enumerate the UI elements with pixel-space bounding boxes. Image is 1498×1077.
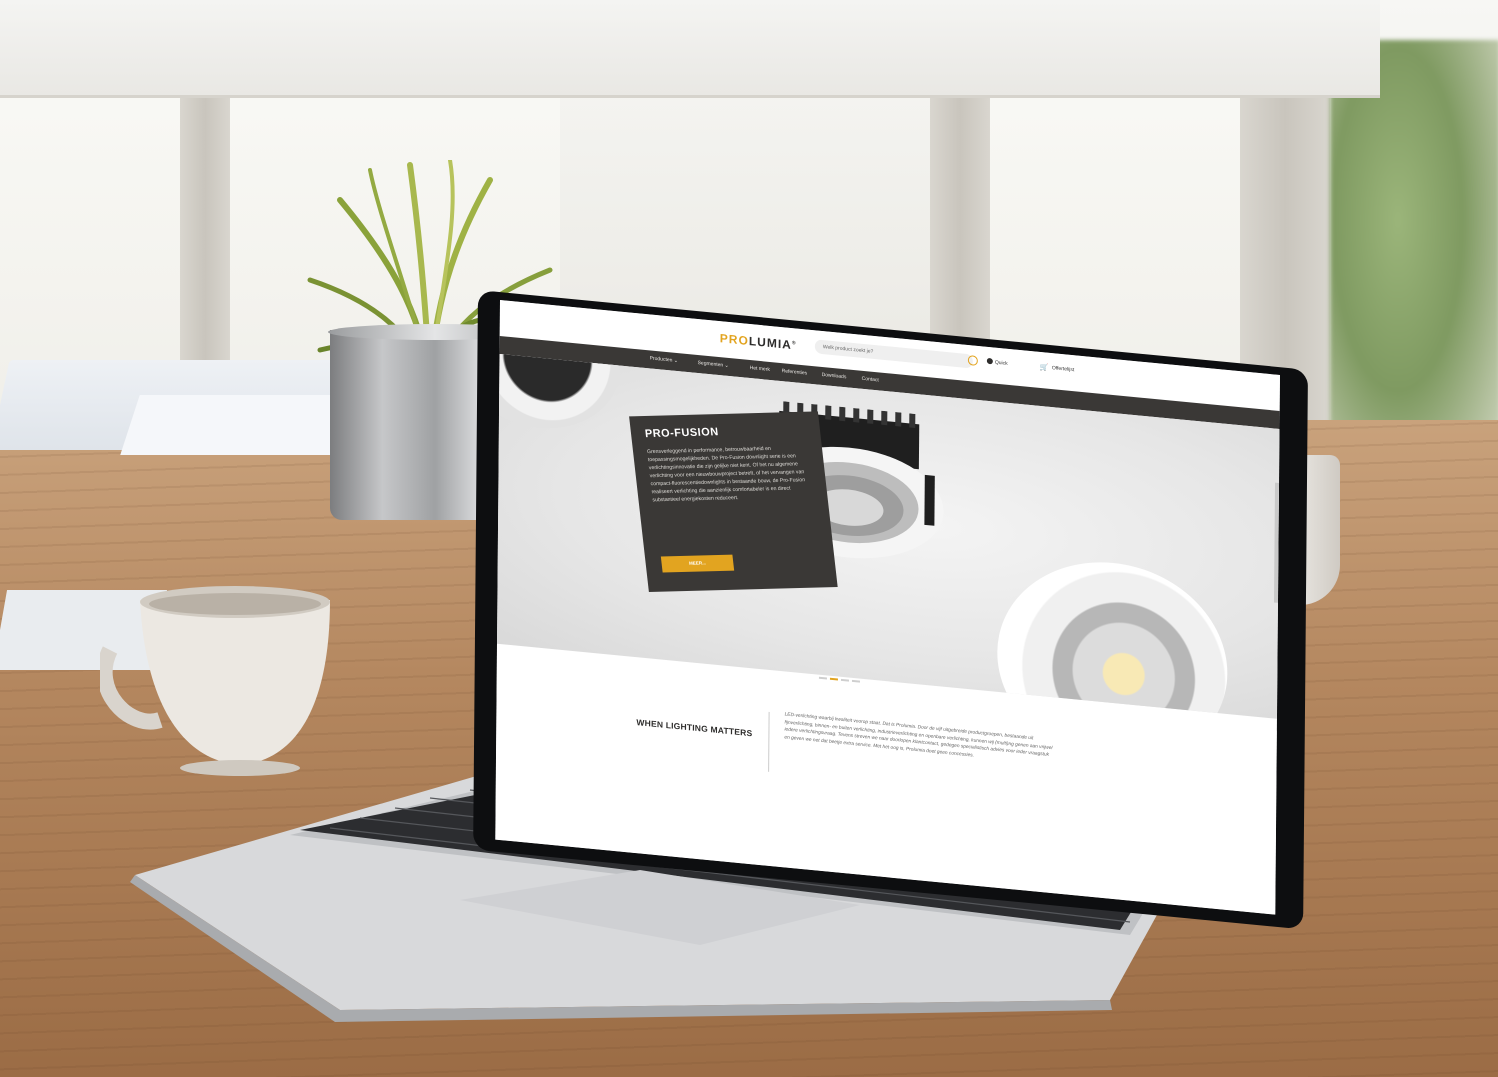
photo-background: PROLUMIA® Welk product zoekt je? Quick 🛒… [0,0,1498,1077]
promo-title: PRO-FUSION [644,426,720,441]
nav-item-het-merk[interactable]: Het merk [750,365,770,373]
tagline: WHEN LIGHTING MATTERS [636,717,753,739]
quote-list-link[interactable]: Offertelijst [1052,365,1074,373]
downlight-image [496,353,621,436]
logo-pro: PRO [719,331,749,348]
about-text: LED-verlichting waarbij kwaliteit voorop… [784,712,1053,759]
logo-mark: ® [791,340,797,347]
prolumia-logo[interactable]: PROLUMIA® [720,331,797,352]
search-icon[interactable] [967,355,978,366]
nav-item-downloads[interactable]: Downloads [822,372,847,380]
nav-item-contact[interactable]: Contact [862,376,879,384]
slider-dot[interactable] [840,678,849,682]
slider-dot-active[interactable] [829,677,838,681]
nav-item-referenties[interactable]: Referenties [782,368,808,376]
divider [768,711,770,772]
nav-item-producten[interactable]: Producten ⌄ [650,355,678,364]
info-icon[interactable] [986,357,993,365]
website-screen: PROLUMIA® Welk product zoekt je? Quick 🛒… [495,300,1280,915]
cart-icon[interactable]: 🛒 [1040,363,1049,372]
search-input[interactable]: Welk product zoekt je? [814,339,973,369]
more-button[interactable]: MEER... [660,554,735,573]
logo-lumia: LUMIA [748,333,792,353]
promo-card: PRO-FUSION Grensverleggend in performanc… [629,411,838,593]
slider-dot[interactable] [818,676,827,680]
quick-link[interactable]: Quick [995,360,1008,367]
slider-dot[interactable] [851,679,860,683]
downlight-image [996,551,1229,719]
nav-item-segmenten[interactable]: Segmenten ⌄ [698,360,729,369]
promo-text: Grensverleggend in performance, betrouwb… [646,445,806,504]
